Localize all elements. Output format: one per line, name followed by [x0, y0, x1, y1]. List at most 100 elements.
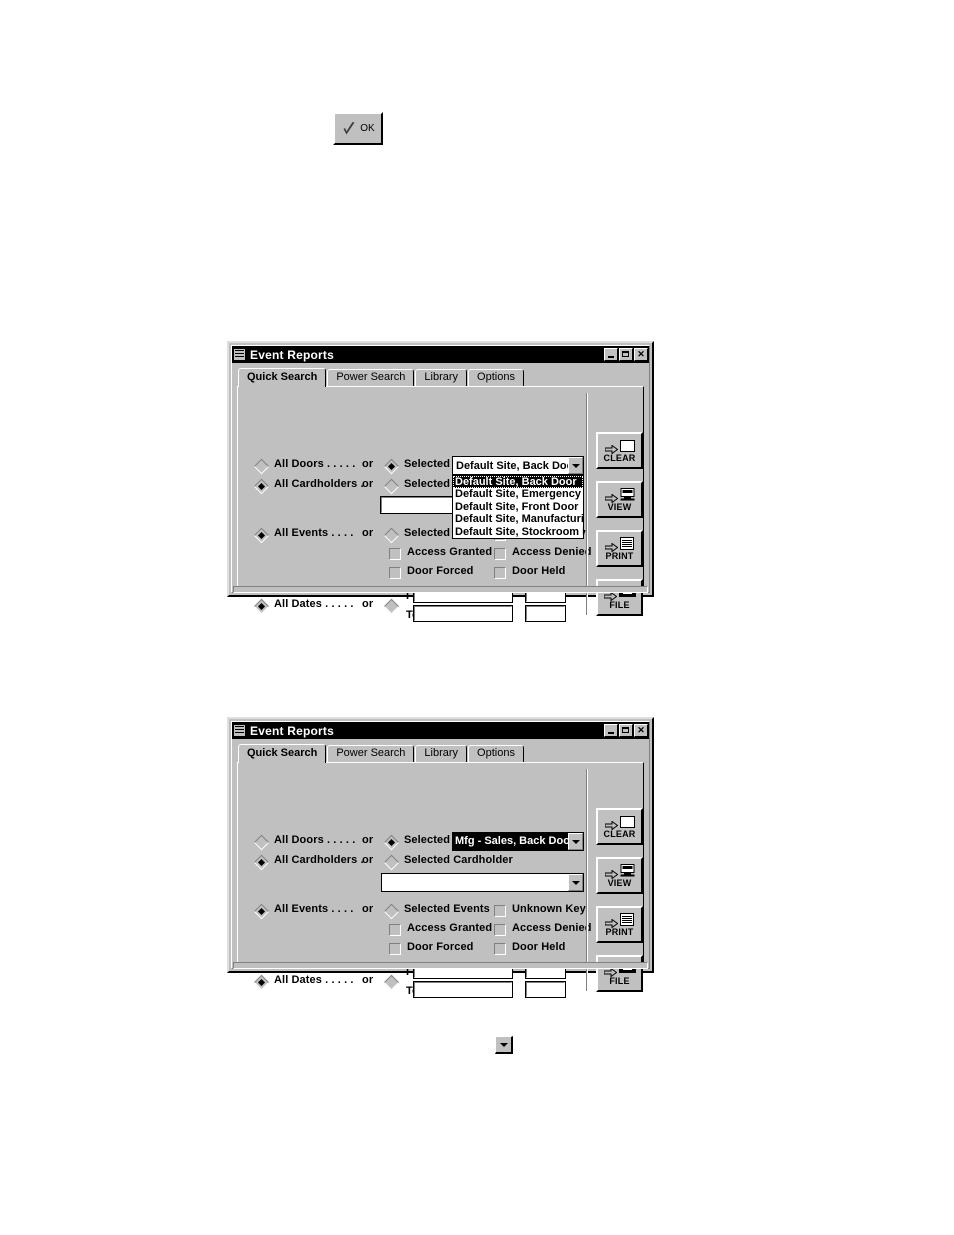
radio-all-dates[interactable]	[253, 974, 270, 991]
checkbox-door-forced[interactable]	[389, 567, 401, 579]
label-access-granted: Access Granted	[407, 922, 493, 934]
checkbox-access-denied[interactable]	[494, 548, 506, 560]
radio-selected-cardholder[interactable]	[383, 478, 400, 495]
window-controls: ✕	[604, 348, 648, 361]
radio-date-range[interactable]	[383, 598, 400, 615]
label-door-held: Door Held	[512, 565, 566, 577]
titlebar[interactable]: Event Reports ✕	[232, 346, 649, 363]
view-button[interactable]: VIEW	[596, 857, 643, 894]
arrow-monitor-icon	[604, 864, 635, 880]
close-button[interactable]: ✕	[634, 348, 648, 361]
label-or-1: or	[362, 834, 374, 846]
tab-options[interactable]: Options	[468, 369, 524, 386]
radio-selected-door[interactable]	[383, 834, 400, 851]
checkbox-unknown-key[interactable]	[494, 905, 506, 917]
minimize-button[interactable]	[604, 348, 618, 361]
label-access-denied: Access Denied	[512, 546, 592, 558]
list-item[interactable]: Default Site, Front Door	[453, 501, 583, 513]
radio-selected-door[interactable]	[383, 458, 400, 475]
maximize-button[interactable]	[619, 724, 633, 737]
label-all-events: All Events . . . .	[274, 527, 354, 539]
label-or-2: or	[362, 478, 374, 490]
radio-selected-events[interactable]	[383, 903, 400, 920]
door-combo-arrow-button[interactable]	[568, 457, 583, 474]
close-icon: ✕	[637, 725, 645, 735]
radio-all-cardholders[interactable]	[253, 854, 270, 871]
label-or-2: or	[362, 854, 374, 866]
tab-options[interactable]: Options	[468, 745, 524, 762]
dropdown-arrow-button[interactable]	[495, 1036, 513, 1054]
to-date-input[interactable]	[413, 981, 513, 998]
tab-library[interactable]: Library	[415, 369, 468, 386]
file-button[interactable]: FILE	[596, 955, 643, 992]
radio-selected-cardholder[interactable]	[383, 854, 400, 871]
clear-button[interactable]: CLEAR	[596, 808, 643, 845]
tab-page-quick-search: All Doors . . . . . or Selected Door Mfg…	[237, 762, 644, 998]
titlebar[interactable]: Event Reports ✕	[232, 722, 649, 739]
radio-all-doors[interactable]	[253, 458, 270, 475]
window-controls: ✕	[604, 724, 648, 737]
checkbox-access-granted[interactable]	[389, 548, 401, 560]
view-button[interactable]: VIEW	[596, 481, 643, 518]
checkbox-door-held[interactable]	[494, 943, 506, 955]
checkbox-door-held[interactable]	[494, 567, 506, 579]
list-item[interactable]: Default Site, Back Door	[453, 476, 583, 489]
radio-all-events[interactable]	[253, 527, 270, 544]
list-item[interactable]: Default Site, Manufacturing	[453, 513, 583, 525]
cardholder-combo-arrow-button[interactable]	[568, 874, 583, 891]
clear-button-label: CLEAR	[603, 452, 636, 463]
minimize-button[interactable]	[604, 724, 618, 737]
checkbox-door-forced[interactable]	[389, 943, 401, 955]
window-title: Event Reports	[250, 723, 334, 738]
file-button[interactable]: FILE	[596, 579, 643, 616]
application-icon	[233, 724, 246, 737]
panel-divider	[586, 393, 588, 615]
file-button-label: FILE	[609, 975, 630, 986]
door-combo-arrow-button[interactable]	[568, 833, 583, 850]
to-time-input[interactable]	[525, 605, 566, 622]
tab-quick-search[interactable]: Quick Search	[238, 744, 327, 763]
tab-library[interactable]: Library	[415, 745, 468, 762]
tab-power-search[interactable]: Power Search	[327, 369, 415, 386]
arrow-document-icon	[604, 537, 634, 553]
label-all-doors: All Doors . . . . .	[274, 458, 356, 470]
label-or-4: or	[362, 974, 374, 986]
clear-button-label: CLEAR	[603, 828, 636, 839]
label-all-doors: All Doors . . . . .	[274, 834, 356, 846]
arrow-blank-page-icon	[604, 815, 635, 831]
cardholder-combo[interactable]	[381, 873, 584, 892]
tab-power-search[interactable]: Power Search	[327, 745, 415, 762]
radio-selected-events[interactable]	[383, 527, 400, 544]
door-combo-2[interactable]: Mfg - Sales, Back Door	[452, 832, 584, 851]
view-button-label: VIEW	[607, 501, 632, 512]
radio-all-cardholders[interactable]	[253, 478, 270, 495]
ok-button-label: OK	[360, 123, 375, 134]
checkbox-access-denied[interactable]	[494, 924, 506, 936]
close-button[interactable]: ✕	[634, 724, 648, 737]
close-icon: ✕	[637, 349, 645, 359]
radio-all-events[interactable]	[253, 903, 270, 920]
door-combo-1[interactable]: Default Site, Back Door	[452, 456, 584, 475]
maximize-button[interactable]	[619, 348, 633, 361]
print-button[interactable]: PRINT	[596, 530, 643, 567]
radio-all-dates[interactable]	[253, 598, 270, 615]
label-all-events: All Events . . . .	[274, 903, 354, 915]
list-item[interactable]: Default Site, Stockroom Do	[453, 526, 583, 538]
print-button[interactable]: PRINT	[596, 906, 643, 943]
radio-date-range[interactable]	[383, 974, 400, 991]
label-all-dates: All Dates . . . . .	[274, 974, 354, 986]
to-time-input[interactable]	[525, 981, 566, 998]
tab-quick-search[interactable]: Quick Search	[238, 368, 327, 387]
door-dropdown-list[interactable]: Default Site, Back Door Default Site, Em…	[452, 475, 584, 539]
label-all-cardholders: All Cardholders .	[274, 478, 364, 490]
label-door-forced: Door Forced	[407, 941, 474, 953]
to-date-input[interactable]	[413, 605, 513, 622]
checkbox-access-granted[interactable]	[389, 924, 401, 936]
radio-all-doors[interactable]	[253, 834, 270, 851]
panel-divider	[586, 769, 588, 991]
ok-button[interactable]: OK	[333, 112, 383, 145]
clear-button[interactable]: CLEAR	[596, 432, 643, 469]
chevron-down-icon	[571, 839, 580, 844]
list-item[interactable]: Default Site, Emergency Ex	[453, 488, 583, 500]
arrow-document-icon	[604, 913, 634, 929]
